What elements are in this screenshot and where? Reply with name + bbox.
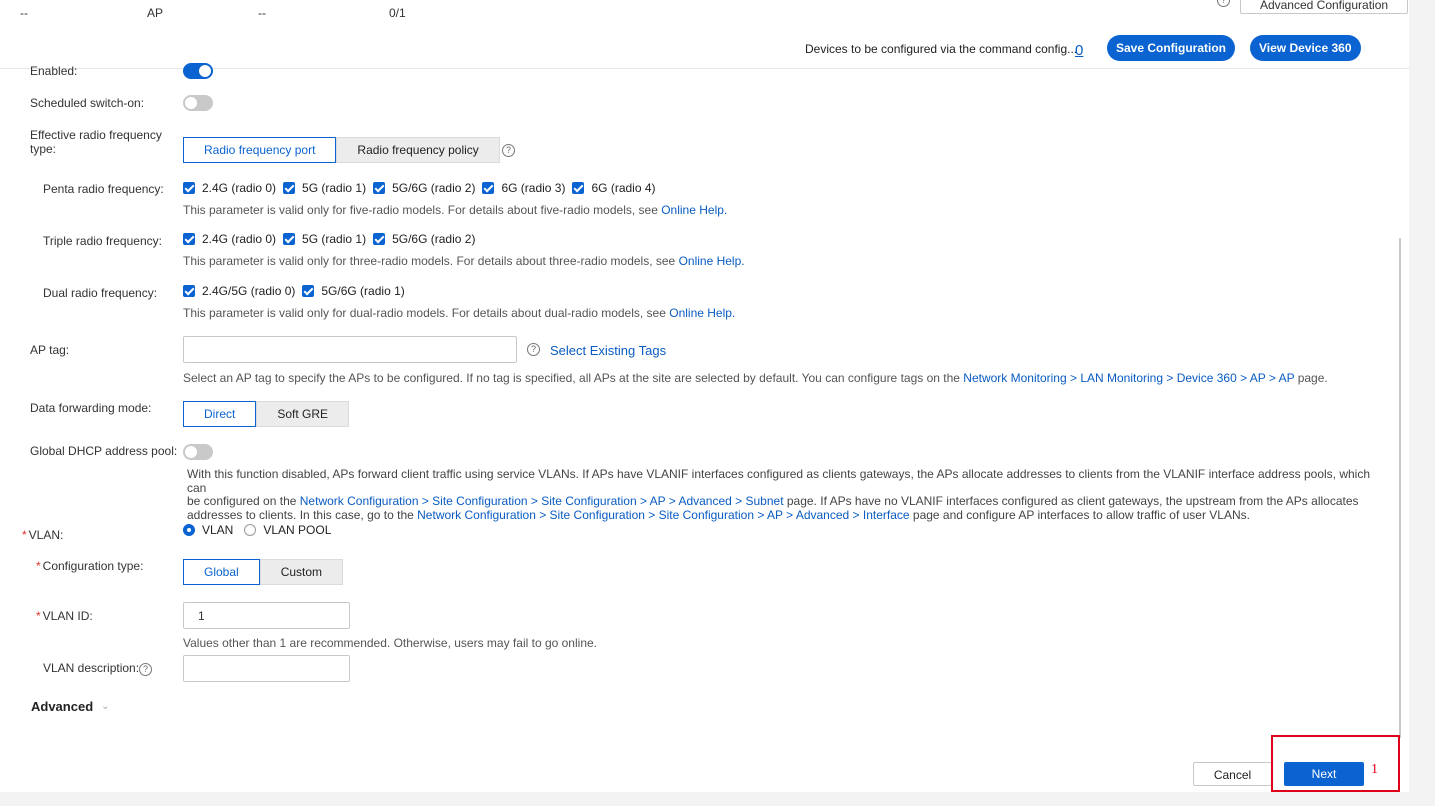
vlan-id-input[interactable]: 1	[183, 602, 350, 629]
radio-frequency-port-option[interactable]: Radio frequency port	[183, 137, 337, 163]
checkbox-5g-radio-1[interactable]: 5G (radio 1)	[283, 181, 366, 195]
checkbox-checked-icon	[482, 182, 495, 194]
soft-gre-option[interactable]: Soft GRE	[256, 401, 350, 427]
vlan-pool-radio[interactable]: VLAN POOL	[244, 523, 331, 537]
dual-radio-hint: This parameter is valid only for dual-ra…	[183, 306, 736, 320]
penta-radio-label: Penta radio frequency:	[43, 182, 164, 196]
dual-radio-options: 2.4G/5G (radio 0) 5G/6G (radio 1)	[183, 284, 412, 298]
vlan-id-hint: Values other than 1 are recommended. Oth…	[183, 636, 597, 650]
cancel-button[interactable]: Cancel	[1193, 762, 1272, 786]
table-cell: --	[258, 6, 266, 20]
global-option[interactable]: Global	[183, 559, 260, 585]
custom-option[interactable]: Custom	[259, 559, 344, 585]
checkbox-checked-icon	[183, 285, 195, 297]
table-cell: --	[20, 6, 28, 20]
radio-frequency-policy-option[interactable]: Radio frequency policy	[336, 137, 500, 163]
radio-selected-icon	[183, 524, 195, 536]
devices-to-configure-text: Devices to be configured via the command…	[805, 42, 1078, 56]
checkbox-5g-6g-radio-1[interactable]: 5G/6G (radio 1)	[302, 284, 405, 298]
checkbox-6g-radio-4[interactable]: 6G (radio 4)	[572, 181, 656, 195]
global-dhcp-toggle[interactable]	[183, 444, 213, 460]
penta-radio-hint: This parameter is valid only for five-ra…	[183, 203, 728, 217]
table-cell: 0/1	[389, 6, 406, 20]
ap-tag-input[interactable]	[183, 336, 517, 363]
ap-tag-label: AP tag:	[30, 343, 70, 357]
checkbox-checked-icon	[302, 285, 315, 297]
vlan-label: VLAN:	[22, 528, 64, 542]
checkbox-2-4g-5g-radio-0[interactable]: 2.4G/5G (radio 0)	[183, 284, 295, 298]
annotation-number: 1	[1371, 762, 1378, 777]
configuration-type-label: Configuration type:	[36, 559, 144, 573]
effective-radio-type-segment: Radio frequency port Radio frequency pol…	[183, 137, 500, 163]
select-existing-tags-link[interactable]: Select Existing Tags	[550, 343, 666, 358]
dual-radio-label: Dual radio frequency:	[43, 286, 158, 300]
radio-unselected-icon	[244, 524, 257, 536]
chevron-down-icon: ⌄	[101, 701, 110, 712]
devices-count-link[interactable]: 0	[1075, 42, 1083, 59]
help-icon[interactable]: ?	[527, 343, 540, 356]
save-configuration-button[interactable]: Save Configuration	[1107, 35, 1236, 61]
triple-radio-options: 2.4G (radio 0) 5G (radio 1) 5G/6G (radio…	[183, 232, 482, 246]
enabled-label: Enabled:	[30, 64, 78, 78]
help-icon[interactable]: ?	[502, 144, 515, 157]
right-gutter	[1409, 0, 1435, 806]
triple-radio-hint: This parameter is valid only for three-r…	[183, 254, 745, 268]
online-help-link[interactable]: Online Help.	[661, 203, 727, 217]
scrollbar[interactable]	[1399, 238, 1401, 738]
online-help-link[interactable]: Online Help.	[679, 254, 745, 268]
vlan-radio[interactable]: VLAN	[183, 523, 233, 537]
ap-tag-hint: Select an AP tag to specify the APs to b…	[183, 371, 1328, 385]
subnet-config-link[interactable]: Network Configuration > Site Configurati…	[300, 494, 784, 508]
direct-option[interactable]: Direct	[183, 401, 257, 427]
highlight-box	[1271, 735, 1400, 792]
table-cell: AP	[147, 6, 164, 20]
checkbox-6g-radio-3[interactable]: 6G (radio 3)	[482, 181, 565, 195]
online-help-link[interactable]: Online Help.	[669, 306, 735, 320]
checkbox-checked-icon	[373, 182, 386, 194]
triple-radio-label: Triple radio frequency:	[43, 234, 162, 248]
effective-radio-type-label: Effective radio frequency type:	[30, 128, 162, 156]
checkbox-checked-icon	[373, 233, 386, 245]
checkbox-2-4g-radio-0[interactable]: 2.4G (radio 0)	[183, 232, 276, 246]
interface-config-link[interactable]: Network Configuration > Site Configurati…	[417, 508, 909, 522]
checkbox-5g-6g-radio-2[interactable]: 5G/6G (radio 2)	[373, 181, 475, 195]
checkbox-checked-icon	[283, 182, 296, 194]
checkbox-5g-radio-1[interactable]: 5G (radio 1)	[283, 232, 366, 246]
help-icon[interactable]: ?	[139, 663, 153, 676]
vlan-description-input[interactable]	[183, 655, 350, 682]
top-toolbar: -- AP -- 0/1 ? Advanced Configuration De…	[0, 0, 1409, 69]
checkbox-checked-icon	[572, 182, 585, 194]
enabled-toggle[interactable]	[183, 63, 213, 79]
global-dhcp-label: Global DHCP address pool:	[30, 444, 178, 458]
global-dhcp-description: With this function disabled, APs forward…	[187, 467, 1371, 522]
checkbox-5g-6g-radio-2[interactable]: 5G/6G (radio 2)	[373, 232, 475, 246]
checkbox-checked-icon	[183, 182, 195, 194]
penta-radio-options: 2.4G (radio 0) 5G (radio 1) 5G/6G (radio…	[183, 181, 663, 195]
checkbox-checked-icon	[183, 233, 195, 245]
vlan-description-label: VLAN description:?	[43, 661, 153, 676]
configuration-type-segment: Global Custom	[183, 559, 344, 585]
bottom-strip	[0, 792, 1435, 806]
scheduled-switch-on-toggle[interactable]	[183, 95, 213, 111]
vlan-radio-group: VLAN VLAN POOL	[183, 523, 331, 537]
data-forwarding-segment: Direct Soft GRE	[183, 401, 350, 427]
vlan-id-label: VLAN ID:	[36, 609, 93, 623]
help-icon[interactable]: ?	[1217, 0, 1230, 7]
scheduled-switch-on-label: Scheduled switch-on:	[30, 96, 145, 110]
checkbox-2-4g-radio-0[interactable]: 2.4G (radio 0)	[183, 181, 276, 195]
advanced-section-toggle[interactable]: Advanced ⌄	[31, 699, 110, 714]
view-device-360-button[interactable]: View Device 360	[1250, 35, 1361, 61]
checkbox-checked-icon	[283, 233, 296, 245]
data-forwarding-label: Data forwarding mode:	[30, 401, 152, 415]
advanced-configuration-button[interactable]: Advanced Configuration	[1240, 0, 1408, 14]
device-360-ap-link[interactable]: Network Monitoring > LAN Monitoring > De…	[963, 371, 1294, 385]
